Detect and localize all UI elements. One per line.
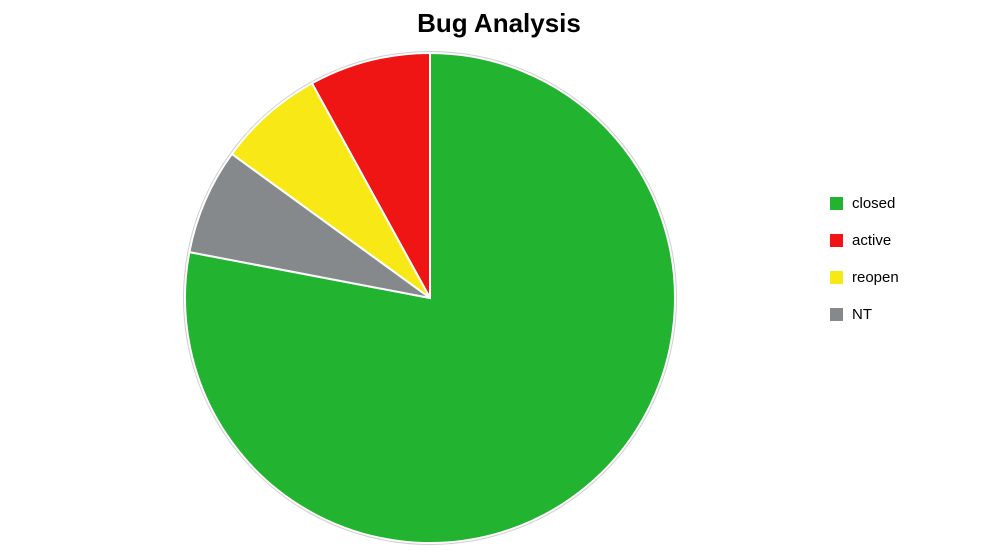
legend-swatch-active (830, 234, 843, 247)
legend-label: reopen (852, 269, 899, 286)
legend-item-active: active (830, 232, 899, 249)
legend-item-nt: NT (830, 306, 899, 323)
chart-title: Bug Analysis (0, 8, 998, 39)
legend-item-closed: closed (830, 195, 899, 212)
legend-swatch-closed (830, 197, 843, 210)
legend: closed active reopen NT (830, 195, 899, 343)
legend-label: active (852, 232, 891, 249)
pie-chart (180, 48, 680, 548)
legend-swatch-reopen (830, 271, 843, 284)
legend-label: closed (852, 195, 895, 212)
legend-swatch-nt (830, 308, 843, 321)
pie-svg (180, 48, 680, 548)
legend-item-reopen: reopen (830, 269, 899, 286)
legend-label: NT (852, 306, 872, 323)
